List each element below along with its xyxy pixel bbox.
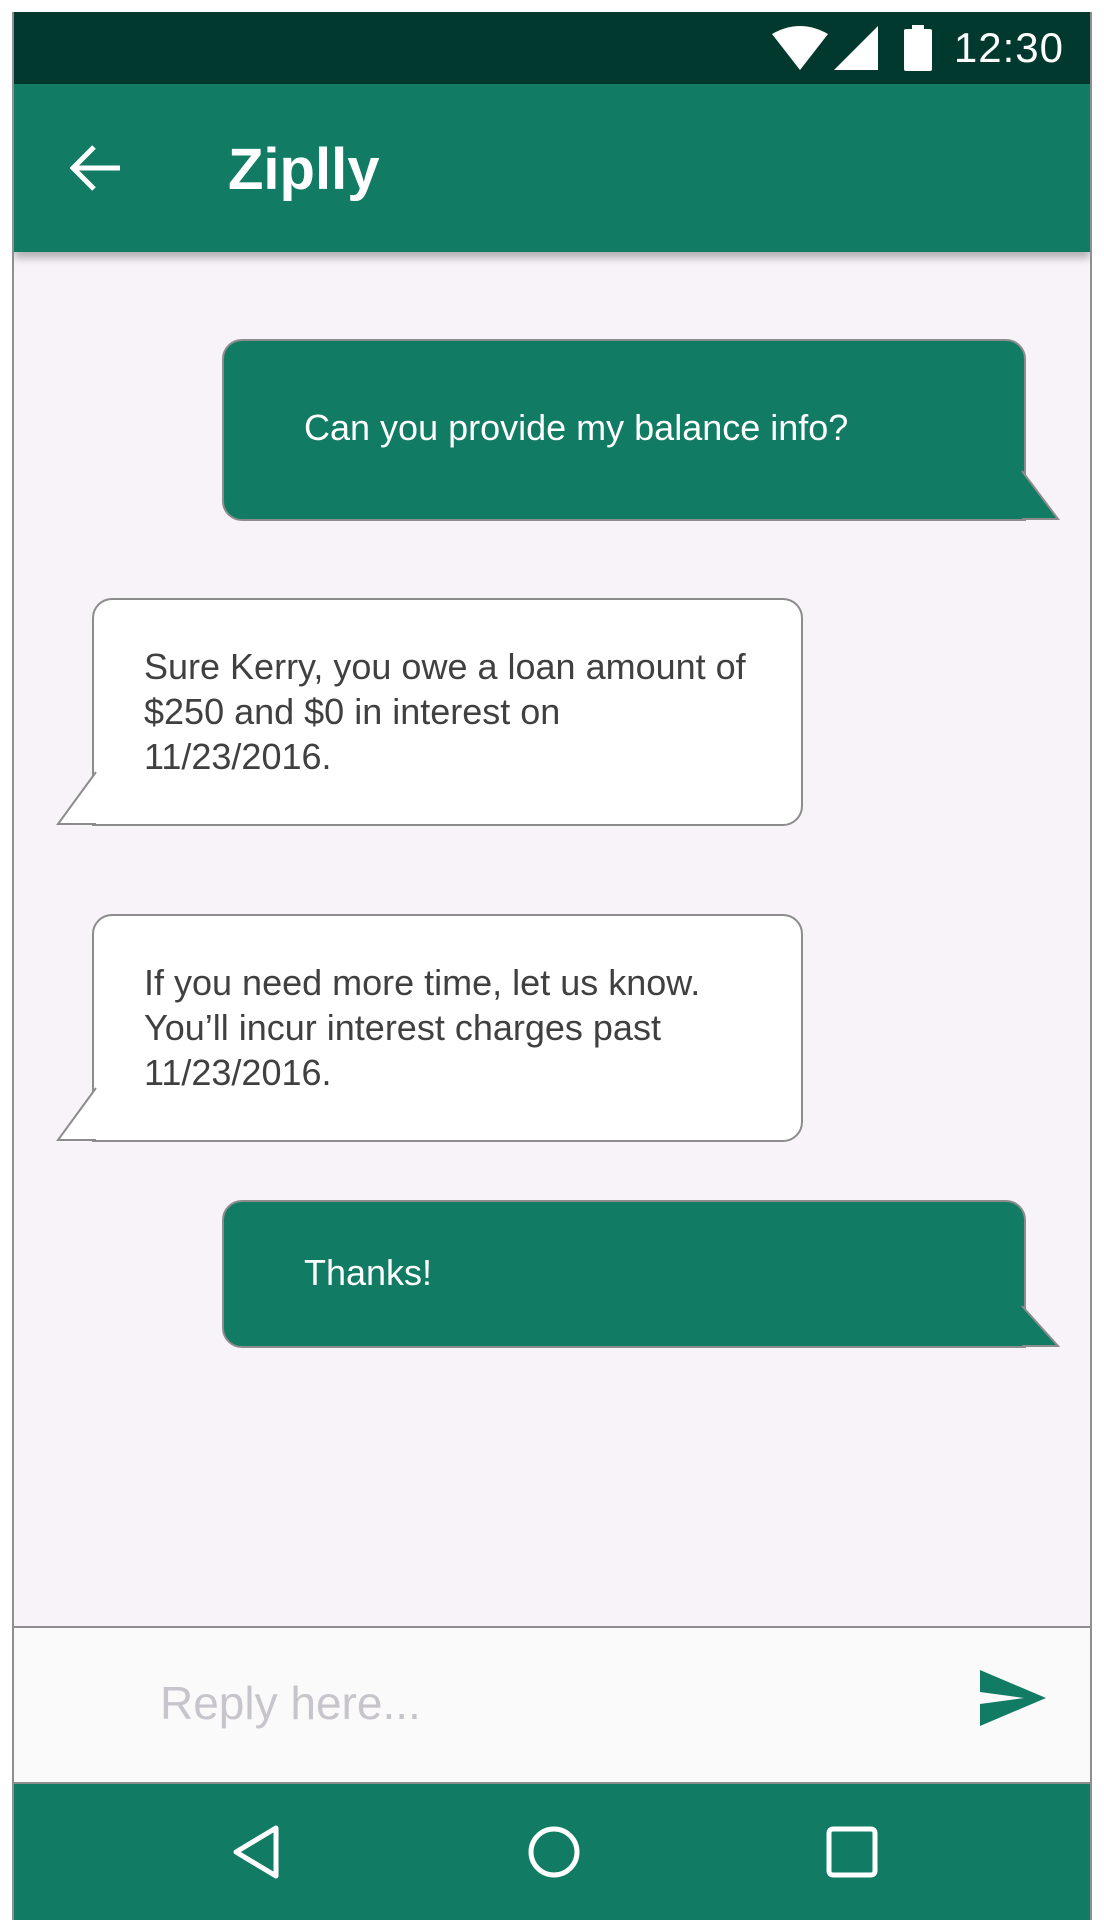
phone-screen: 12:30 Ziplly Can you provide my balance … [12, 12, 1092, 1920]
message-text: If you need more time, let us know. You’… [94, 960, 801, 1095]
app-title: Ziplly [228, 137, 380, 202]
arrow-back-icon [70, 145, 120, 191]
bubble-tail [1021, 1305, 1061, 1347]
outgoing-message: Can you provide my balance info? [222, 339, 1060, 521]
back-button[interactable] [58, 130, 134, 206]
cellular-signal-icon [833, 26, 878, 70]
nav-home-button[interactable] [524, 1822, 584, 1882]
incoming-message: If you need more time, let us know. You’… [56, 914, 803, 1142]
battery-icon [903, 25, 932, 71]
message-text: Can you provide my balance info? [224, 405, 1024, 450]
nav-recents-button[interactable] [822, 1822, 882, 1882]
send-button[interactable] [980, 1670, 1060, 1740]
bubble-tail [56, 771, 97, 825]
message-text: Thanks! [224, 1250, 1024, 1295]
message-line: Sure Kerry, you owe a loan amount of [144, 646, 746, 687]
wifi-icon [771, 26, 828, 70]
reply-input[interactable] [160, 1668, 940, 1738]
nav-back-button[interactable] [226, 1822, 286, 1882]
message-text: Sure Kerry, you owe a loan amount of $25… [94, 644, 801, 779]
message-line: Can you provide my balance info? [304, 407, 849, 448]
bubble-tail [1021, 470, 1060, 520]
outgoing-message: Thanks! [222, 1200, 1061, 1348]
bubble-tail [56, 1087, 97, 1141]
status-icons: 12:30 [771, 12, 1090, 84]
incoming-message: Sure Kerry, you owe a loan amount of $25… [56, 598, 803, 826]
message-line: If you need more time, let us know. [144, 962, 701, 1003]
message-line: 11/23/2016. [144, 1052, 332, 1093]
nav-back-icon [233, 1825, 279, 1879]
message-line: $250 and $0 in interest on [144, 691, 561, 732]
status-time: 12:30 [953, 24, 1064, 71]
message-line: You’ll incur interest charges past [144, 1007, 661, 1048]
nav-recents-icon [826, 1826, 878, 1878]
navigation-bar [14, 1784, 1090, 1920]
send-icon [980, 1670, 1046, 1726]
message-line: 11/23/2016. [144, 736, 332, 777]
nav-home-icon [528, 1826, 580, 1878]
status-bar: 12:30 [14, 12, 1090, 84]
reply-bar [14, 1626, 1090, 1784]
message-line: Thanks! [304, 1252, 433, 1293]
app-bar: Ziplly [14, 84, 1090, 252]
